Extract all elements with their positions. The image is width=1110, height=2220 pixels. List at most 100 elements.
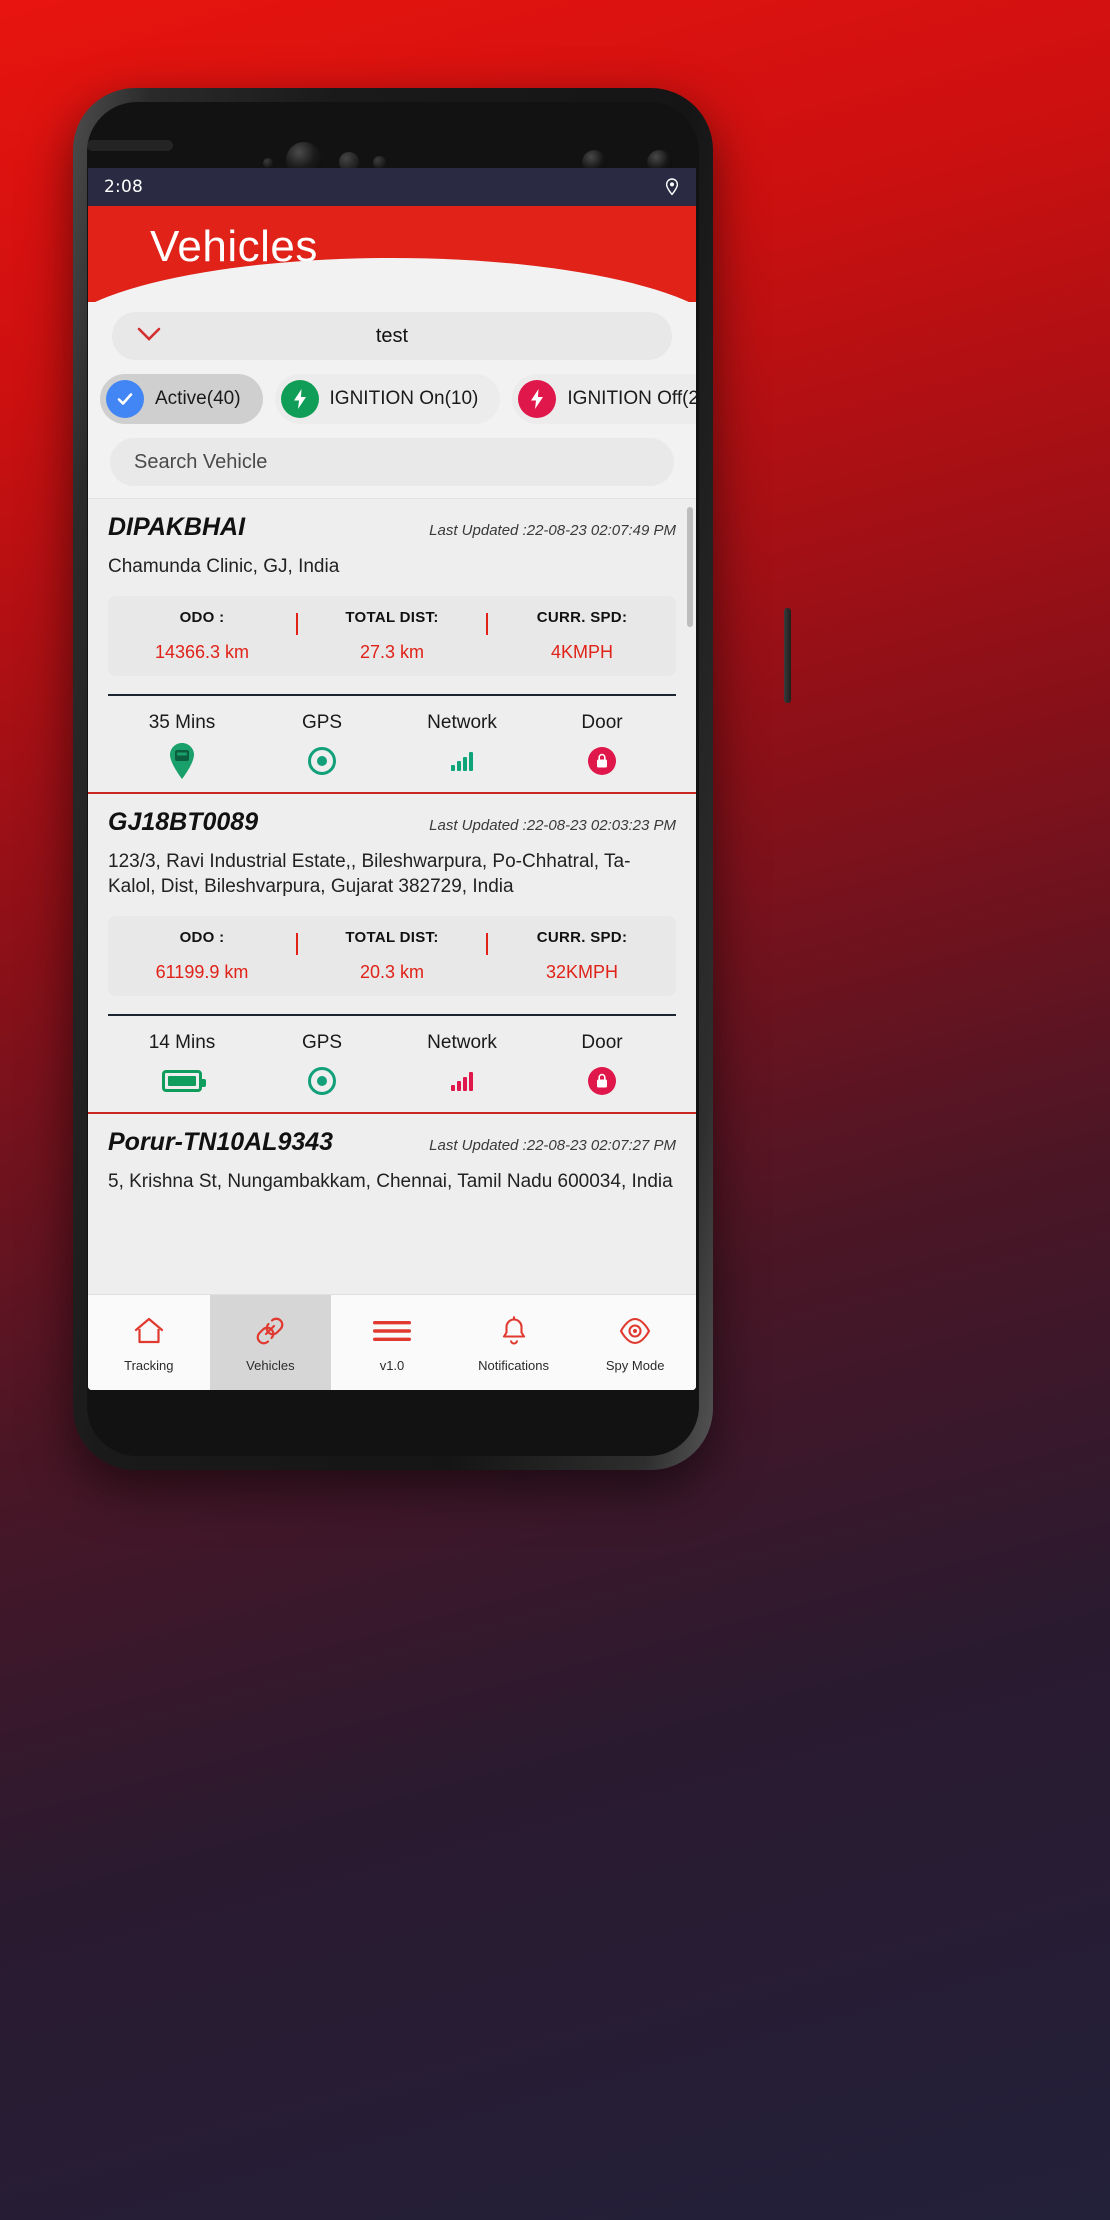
- nav-label: Spy Mode: [605, 1358, 665, 1373]
- stat-value: 20.3 km: [359, 961, 425, 982]
- duration-label: 35 Mins: [148, 711, 216, 733]
- stat-value: 32KMPH: [545, 961, 619, 982]
- vehicle-card[interactable]: GJ18BT0089 Last Updated :22-08-23 02:03:…: [88, 793, 696, 1114]
- network-signal-icon: [392, 1064, 532, 1098]
- vehicle-last-updated: Last Updated :22-08-23 02:07:49 PM: [429, 522, 676, 539]
- stat-label: CURR. SPD:: [536, 928, 628, 946]
- group-dropdown[interactable]: test: [112, 312, 672, 360]
- status-bar: 2:08: [88, 168, 696, 206]
- vehicle-last-updated: Last Updated :22-08-23 02:07:27 PM: [429, 1136, 676, 1154]
- stat-label: TOTAL DIST:: [345, 928, 439, 946]
- vehicle-name: Porur-TN10AL9343: [108, 1127, 334, 1156]
- vehicle-card[interactable]: DIPAKBHAI Last Updated :22-08-23 02:07:4…: [88, 499, 696, 794]
- gps-icon: [252, 1064, 392, 1098]
- stat-curr-spd: CURR. SPD: 32KMPH: [488, 929, 676, 983]
- vehicle-stats-row: ODO : 14366.3 km TOTAL DIST: 27.3 km CUR…: [108, 595, 676, 676]
- gps-label: GPS: [301, 711, 343, 733]
- search-input[interactable]: [110, 438, 674, 486]
- vehicle-card[interactable]: Porur-TN10AL9343 Last Updated :22-08-23 …: [88, 1113, 696, 1195]
- gps-icon: [252, 744, 392, 778]
- status-door: Door: [532, 1032, 672, 1098]
- status-network: Network: [392, 712, 532, 778]
- search-container: [88, 436, 696, 498]
- location-pin-icon: [665, 178, 679, 196]
- vehicle-address: 123/3, Ravi Industrial Estate,, Bileshwa…: [108, 850, 631, 898]
- vehicle-list[interactable]: DIPAKBHAI Last Updated :22-08-23 02:07:4…: [88, 498, 696, 1294]
- home-icon: [132, 1312, 166, 1350]
- bottom-navigation[interactable]: Tracking Vehicles v1.0 Notifications Spy…: [88, 1294, 696, 1390]
- network-label: Network: [427, 711, 497, 733]
- stat-odo: ODO : 14366.3 km: [108, 609, 296, 663]
- content-area: test Active(40) IGNITION On(10) IGNITION…: [88, 302, 696, 1390]
- stat-total-dist: TOTAL DIST: 20.3 km: [298, 929, 486, 983]
- nav-item-tracking[interactable]: Tracking: [88, 1295, 210, 1390]
- stat-odo: ODO : 61199.9 km: [108, 929, 296, 983]
- link-icon: [253, 1312, 287, 1350]
- filter-chip-label: Active(40): [155, 388, 241, 409]
- vehicle-status-row: 35 Mins GPS Network Door: [108, 696, 676, 792]
- bell-icon: [498, 1312, 530, 1350]
- status-network: Network: [392, 1032, 532, 1098]
- vehicle-name: GJ18BT0089: [108, 807, 259, 836]
- filter-chip-label: IGNITION On(10): [329, 388, 479, 409]
- gps-label: GPS: [301, 1031, 343, 1053]
- door-lock-icon: [532, 744, 672, 778]
- duration-label: 14 Mins: [148, 1031, 216, 1053]
- status-duration: 35 Mins: [112, 711, 252, 779]
- stat-value: 4KMPH: [550, 641, 613, 662]
- filter-chip-ignition-on[interactable]: IGNITION On(10): [274, 374, 501, 424]
- nav-item-spy-mode[interactable]: Spy Mode: [574, 1295, 696, 1390]
- stat-total-dist: TOTAL DIST: 27.3 km: [298, 609, 486, 663]
- stat-label: ODO :: [179, 928, 225, 946]
- nav-item-vehicles[interactable]: Vehicles: [209, 1295, 332, 1390]
- bolt-icon: [518, 380, 557, 418]
- status-icons: [664, 178, 680, 196]
- map-pin-icon: [112, 742, 252, 779]
- door-lock-icon: [532, 1064, 672, 1098]
- status-time: 2:08: [104, 177, 143, 197]
- network-signal-icon: [392, 744, 532, 778]
- battery-icon: [112, 1064, 252, 1098]
- status-gps: GPS: [252, 1032, 392, 1098]
- app-version-label: v1.0: [379, 1358, 405, 1373]
- status-duration: 14 Mins: [112, 1032, 252, 1098]
- door-label: Door: [581, 711, 623, 733]
- vehicle-stats-row: ODO : 61199.9 km TOTAL DIST: 20.3 km CUR…: [108, 915, 676, 996]
- scrollbar-thumb[interactable]: [687, 507, 693, 627]
- earpiece-speaker: [87, 140, 173, 151]
- vehicle-address: Chamunda Clinic, GJ, India: [108, 556, 340, 577]
- menu-icon: [370, 1312, 414, 1350]
- nav-label: Vehicles: [246, 1358, 295, 1373]
- filter-chip-ignition-off[interactable]: IGNITION Off(28): [512, 374, 696, 424]
- nav-item-menu[interactable]: v1.0: [331, 1295, 453, 1390]
- filter-chip-active[interactable]: Active(40): [100, 374, 263, 424]
- door-label: Door: [581, 1031, 623, 1053]
- vehicle-card-header: Porur-TN10AL9343 Last Updated :22-08-23 …: [108, 1128, 676, 1157]
- check-icon: [106, 380, 144, 418]
- status-door: Door: [532, 712, 672, 778]
- status-gps: GPS: [252, 712, 392, 778]
- stat-value: 27.3 km: [359, 641, 425, 662]
- filter-chip-label: IGNITION Off(28): [567, 388, 696, 409]
- filter-chip-row[interactable]: Active(40) IGNITION On(10) IGNITION Off(…: [88, 360, 696, 436]
- stat-label: ODO :: [179, 608, 225, 626]
- vehicle-card-header: DIPAKBHAI Last Updated :22-08-23 02:07:4…: [108, 513, 676, 542]
- eye-icon: [618, 1312, 652, 1350]
- vehicle-name: DIPAKBHAI: [108, 513, 246, 541]
- stat-curr-spd: CURR. SPD: 4KMPH: [488, 609, 676, 663]
- bolt-icon: [280, 380, 319, 418]
- phone-screen: 2:08 Vehicles test Active(40) IGNITION O…: [88, 168, 696, 1390]
- power-button[interactable]: [784, 608, 791, 703]
- nav-label: Tracking: [124, 1358, 174, 1373]
- sensor-dot-icon: [263, 158, 273, 168]
- vehicle-last-updated: Last Updated :22-08-23 02:03:23 PM: [429, 816, 676, 834]
- app-header: Vehicles: [88, 206, 696, 302]
- nav-item-notifications[interactable]: Notifications: [453, 1295, 575, 1390]
- stat-label: TOTAL DIST:: [345, 608, 439, 626]
- vehicle-address: 5, Krishna St, Nungambakkam, Chennai, Ta…: [108, 1170, 673, 1192]
- stat-label: CURR. SPD:: [536, 608, 628, 626]
- vehicle-card-header: GJ18BT0089 Last Updated :22-08-23 02:03:…: [108, 808, 676, 837]
- nav-label: Notifications: [478, 1358, 549, 1373]
- group-dropdown-value: test: [375, 324, 409, 347]
- network-label: Network: [427, 1031, 497, 1053]
